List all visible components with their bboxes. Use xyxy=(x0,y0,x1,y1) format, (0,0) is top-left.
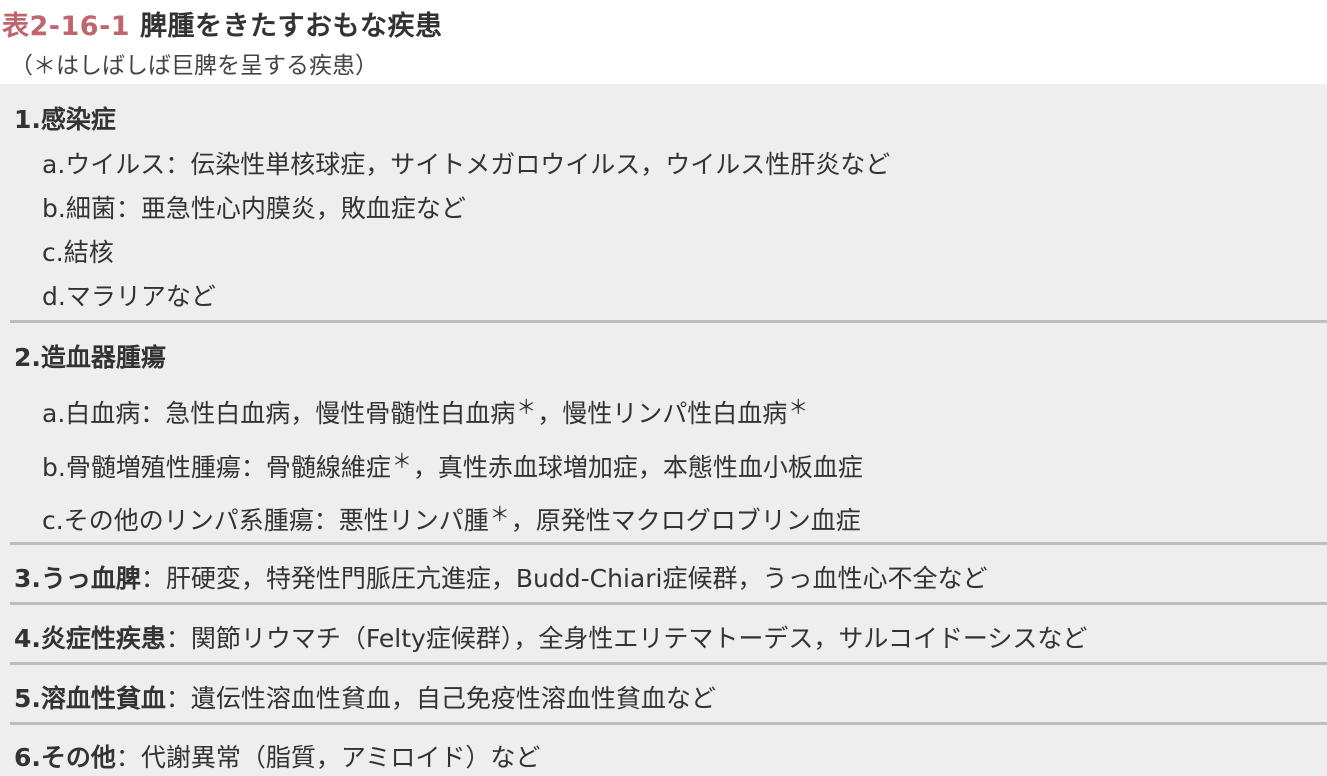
item-text: ，慢性リンパ性白血病 xyxy=(537,399,788,428)
section-text: ：遺伝性溶血性貧血，自己免疫性溶血性貧血など xyxy=(165,684,716,713)
asterisk-mark: ＊ xyxy=(788,395,809,419)
section-heading-other: 6.その他：代謝異常（脂質，アミロイド）など xyxy=(14,738,540,774)
item-text: a.白血病：急性白血病，慢性骨髄性白血病 xyxy=(42,399,516,428)
list-item: a.白血病：急性白血病，慢性骨髄性白血病＊，慢性リンパ性白血病＊ xyxy=(42,391,809,430)
item-text: c.その他のリンパ系腫瘍：悪性リンパ腫 xyxy=(42,506,489,535)
divider xyxy=(10,722,1327,725)
table-body xyxy=(0,84,1327,776)
asterisk-mark: ＊ xyxy=(391,449,412,473)
list-item: a.ウイルス：伝染性単核球症，サイトメガロウイルス，ウイルス性肝炎など xyxy=(42,150,891,179)
divider xyxy=(10,662,1327,665)
section-heading-hematologic: 2.造血器腫瘍 xyxy=(14,343,166,372)
heading-text: 3.うっ血脾 xyxy=(14,564,141,593)
divider xyxy=(10,542,1327,545)
table-title-text: 脾腫をきたすおもな疾患 xyxy=(140,11,443,42)
asterisk-mark: ＊ xyxy=(489,502,510,526)
list-item: b.骨髄増殖性腫瘍：骨髄線維症＊，真性赤血球増加症，本態性血小板血症 xyxy=(42,445,863,484)
section-heading-inflammatory: 4.炎症性疾患：関節リウマチ（Felty症候群），全身性エリテマトーデス，サルコ… xyxy=(14,619,1087,655)
item-text: ，真性赤血球増加症，本態性血小板血症 xyxy=(412,453,863,482)
list-item: d.マラリアなど xyxy=(42,282,216,311)
list-item: c.結核 xyxy=(42,238,114,267)
table-number: 表2-16-1 xyxy=(2,11,131,42)
heading-text: 5.溶血性貧血 xyxy=(14,684,166,713)
asterisk-mark: ＊ xyxy=(516,395,537,419)
section-heading-hemolytic: 5.溶血性貧血：遺伝性溶血性貧血，自己免疫性溶血性貧血など xyxy=(14,679,716,715)
table-title: 表2-16-1 脾腫をきたすおもな疾患 xyxy=(2,4,443,43)
section-text: ：肝硬変，特発性門脈圧亢進症，Budd-Chiari症候群，うっ血性心不全など xyxy=(140,564,988,593)
heading-text: 6.その他 xyxy=(14,743,116,772)
list-item: b.細菌：亜急性心内膜炎，敗血症など xyxy=(42,194,466,223)
section-heading-infection: 1.感染症 xyxy=(14,105,116,134)
item-text: b.骨髄増殖性腫瘍：骨髄線維症 xyxy=(42,453,391,482)
list-item: c.その他のリンパ系腫瘍：悪性リンパ腫＊，原発性マクログロブリン血症 xyxy=(42,498,861,537)
divider xyxy=(10,602,1327,605)
item-text: ，原発性マクログロブリン血症 xyxy=(510,506,861,535)
divider xyxy=(10,320,1327,323)
section-text: ：代謝異常（脂質，アミロイド）など xyxy=(115,743,541,772)
section-text: ：関節リウマチ（Felty症候群），全身性エリテマトーデス，サルコイドーシスなど xyxy=(165,624,1088,653)
heading-text: 4.炎症性疾患 xyxy=(14,624,166,653)
table-subtitle: （＊はしばしば巨脾を呈する疾患） xyxy=(10,53,378,79)
section-heading-congestive: 3.うっ血脾：肝硬変，特発性門脈圧亢進症，Budd-Chiari症候群，うっ血性… xyxy=(14,559,987,595)
